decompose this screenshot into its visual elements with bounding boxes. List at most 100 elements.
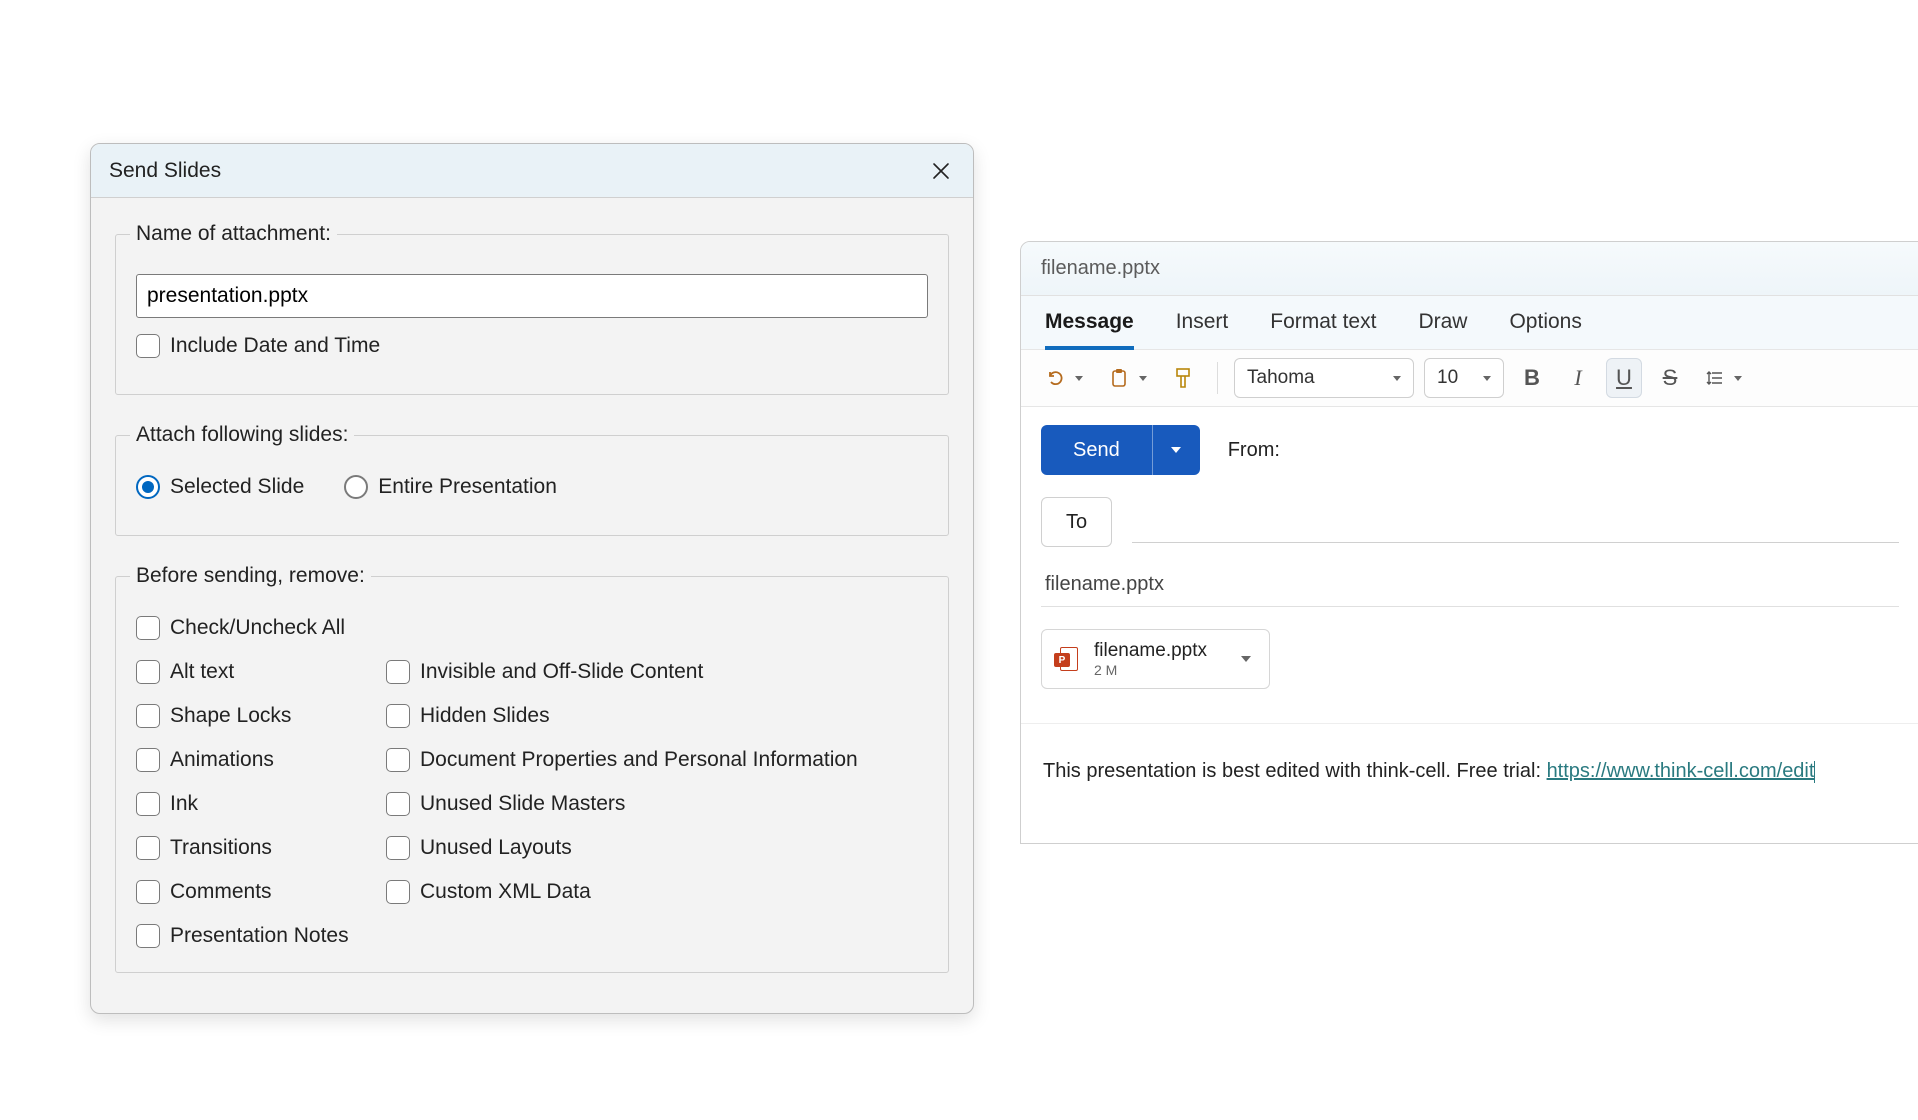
- to-button[interactable]: To: [1041, 497, 1112, 547]
- attachment-size: 2 M: [1094, 662, 1207, 678]
- send-split-button: Send: [1041, 425, 1200, 475]
- checkbox-icon: [386, 748, 410, 772]
- checkbox-icon: [136, 880, 160, 904]
- include-date-time-label: Include Date and Time: [170, 334, 380, 358]
- remove-presentation-notes[interactable]: Presentation Notes: [136, 924, 928, 948]
- check-uncheck-all-label: Check/Uncheck All: [170, 616, 345, 640]
- remove-doc-properties-label: Document Properties and Personal Informa…: [420, 748, 858, 772]
- before-sending-remove-group: Before sending, remove: Check/Uncheck Al…: [115, 564, 949, 973]
- remove-invisible-content[interactable]: Invisible and Off-Slide Content: [386, 660, 928, 684]
- email-ribbon-tabs: Message Insert Format text Draw Options: [1021, 296, 1918, 349]
- remove-hidden-slides-label: Hidden Slides: [420, 704, 550, 728]
- radio-selected-slide[interactable]: Selected Slide: [136, 475, 304, 499]
- tab-format-text[interactable]: Format text: [1270, 310, 1376, 349]
- attach-slides-legend: Attach following slides:: [130, 423, 354, 447]
- undo-icon: [1045, 368, 1065, 388]
- pptx-badge: P: [1054, 653, 1070, 667]
- chevron-down-icon: [1393, 376, 1401, 381]
- from-label: From:: [1228, 439, 1280, 462]
- remove-animations[interactable]: Animations: [136, 748, 386, 772]
- checkbox-icon: [386, 880, 410, 904]
- remove-unused-slide-masters-label: Unused Slide Masters: [420, 792, 625, 816]
- remove-hidden-slides[interactable]: Hidden Slides: [386, 704, 928, 728]
- remove-comments-label: Comments: [170, 880, 272, 904]
- font-family-select[interactable]: Tahoma: [1234, 358, 1414, 398]
- remove-invisible-content-label: Invisible and Off-Slide Content: [420, 660, 703, 684]
- text-cursor: [1814, 761, 1815, 783]
- attachment-filename-input[interactable]: [136, 274, 928, 318]
- checkbox-icon: [136, 792, 160, 816]
- attachment-name-legend: Name of attachment:: [130, 222, 337, 246]
- tab-draw[interactable]: Draw: [1418, 310, 1467, 349]
- remove-alt-text[interactable]: Alt text: [136, 660, 386, 684]
- email-titlebar: filename.pptx: [1021, 242, 1918, 296]
- send-options-dropdown[interactable]: [1152, 425, 1200, 475]
- tab-message[interactable]: Message: [1045, 310, 1134, 350]
- check-uncheck-all[interactable]: Check/Uncheck All: [136, 616, 928, 640]
- radio-icon: [136, 475, 160, 499]
- radio-entire-presentation[interactable]: Entire Presentation: [344, 475, 557, 499]
- pptx-file-icon: P: [1054, 647, 1078, 671]
- include-date-time-checkbox[interactable]: Include Date and Time: [136, 334, 928, 358]
- remove-alt-text-label: Alt text: [170, 660, 234, 684]
- dialog-titlebar: Send Slides: [91, 144, 973, 198]
- italic-button[interactable]: I: [1560, 358, 1596, 398]
- remove-unused-slide-masters[interactable]: Unused Slide Masters: [386, 792, 928, 816]
- line-spacing-button[interactable]: [1698, 358, 1750, 398]
- remove-ink[interactable]: Ink: [136, 792, 386, 816]
- checkbox-icon: [386, 792, 410, 816]
- checkbox-icon: [136, 704, 160, 728]
- font-family-value: Tahoma: [1247, 367, 1315, 389]
- remove-transitions-label: Transitions: [170, 836, 272, 860]
- remove-unused-layouts[interactable]: Unused Layouts: [386, 836, 928, 860]
- remove-shape-locks-label: Shape Locks: [170, 704, 291, 728]
- checkbox-icon: [136, 924, 160, 948]
- attachment-name: filename.pptx: [1094, 640, 1207, 662]
- remove-custom-xml-label: Custom XML Data: [420, 880, 591, 904]
- remove-transitions[interactable]: Transitions: [136, 836, 386, 860]
- radio-entire-presentation-label: Entire Presentation: [378, 475, 557, 499]
- chevron-down-icon: [1241, 656, 1251, 662]
- email-body[interactable]: This presentation is best edited with th…: [1021, 723, 1918, 843]
- radio-selected-slide-label: Selected Slide: [170, 475, 304, 499]
- tab-insert[interactable]: Insert: [1176, 310, 1229, 349]
- email-body-link[interactable]: https://www.think-cell.com/edit: [1547, 760, 1815, 782]
- send-button[interactable]: Send: [1041, 425, 1152, 475]
- email-window-title: filename.pptx: [1041, 257, 1160, 280]
- paste-button[interactable]: [1101, 358, 1155, 398]
- before-sending-remove-legend: Before sending, remove:: [130, 564, 371, 588]
- checkbox-icon: [136, 748, 160, 772]
- remove-unused-layouts-label: Unused Layouts: [420, 836, 572, 860]
- format-painter-button[interactable]: [1165, 358, 1201, 398]
- compose-header: Send From: To filename.pptx P filename.p…: [1021, 407, 1918, 701]
- tab-options[interactable]: Options: [1509, 310, 1581, 349]
- font-size-select[interactable]: 10: [1424, 358, 1504, 398]
- close-icon: [932, 162, 950, 180]
- subject-field[interactable]: filename.pptx: [1041, 559, 1899, 607]
- attach-slides-group: Attach following slides: Selected Slide …: [115, 423, 949, 536]
- chevron-down-icon: [1483, 376, 1491, 381]
- checkbox-icon: [386, 660, 410, 684]
- remove-shape-locks[interactable]: Shape Locks: [136, 704, 386, 728]
- line-spacing-icon: [1706, 369, 1724, 387]
- underline-button[interactable]: U: [1606, 358, 1642, 398]
- checkbox-icon: [136, 660, 160, 684]
- remove-custom-xml[interactable]: Custom XML Data: [386, 880, 928, 904]
- font-size-value: 10: [1437, 367, 1458, 389]
- bold-button[interactable]: B: [1514, 358, 1550, 398]
- attachment-chip[interactable]: P filename.pptx 2 M: [1041, 629, 1270, 689]
- close-button[interactable]: [921, 151, 961, 191]
- remove-comments[interactable]: Comments: [136, 880, 386, 904]
- ribbon-toolbar: Tahoma 10 B I U S: [1021, 349, 1918, 407]
- strikethrough-button[interactable]: S: [1652, 358, 1688, 398]
- remove-doc-properties[interactable]: Document Properties and Personal Informa…: [386, 748, 928, 772]
- remove-animations-label: Animations: [170, 748, 274, 772]
- to-field[interactable]: [1132, 542, 1899, 543]
- email-compose-window: filename.pptx Message Insert Format text…: [1020, 241, 1918, 844]
- send-slides-dialog: Send Slides Name of attachment: Include …: [90, 143, 974, 1014]
- checkbox-icon: [386, 836, 410, 860]
- checkbox-icon: [136, 616, 160, 640]
- radio-icon: [344, 475, 368, 499]
- email-body-text: This presentation is best edited with th…: [1043, 760, 1547, 782]
- undo-button[interactable]: [1037, 358, 1091, 398]
